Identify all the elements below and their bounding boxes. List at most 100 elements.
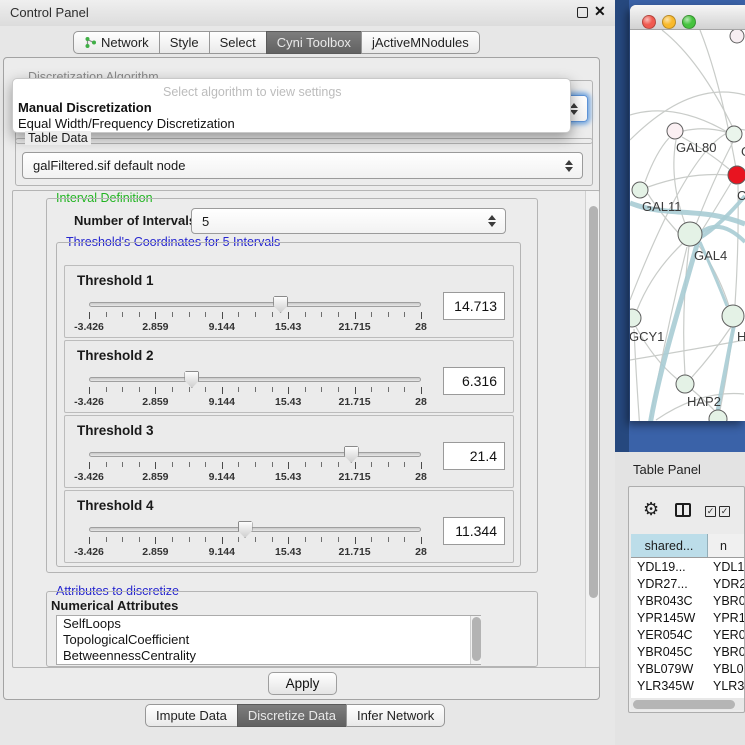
network-node[interactable] (726, 126, 742, 142)
float-window-icon[interactable] (577, 7, 588, 18)
algorithm-dropdown-popup: Select algorithm to view settings Manual… (12, 78, 571, 133)
mac-close-button[interactable] (642, 15, 656, 29)
attribute-item[interactable]: BetweennessCentrality (57, 648, 480, 664)
network-window-titlebar (630, 5, 745, 30)
table-row[interactable]: YPR145WYPR1 (631, 609, 744, 626)
table-widget: ⚙ ✓ ✓ shared... n YDL19...YDL1YDR27...YD… (628, 486, 745, 713)
threshold-label: Threshold 4 (77, 498, 154, 513)
network-view-window: GAL80GACGAL11GAL4GCY1HHAP2 (630, 5, 745, 421)
combo-arrows-icon (488, 215, 496, 227)
mac-minimize-button[interactable] (662, 15, 676, 29)
settings-scrollbar[interactable] (585, 191, 599, 668)
threshold-2-panel: Threshold 2 -3.4262.8599.14415.4321.7152… (64, 340, 514, 413)
close-icon[interactable]: ✕ (594, 3, 606, 20)
network-node[interactable] (667, 123, 683, 139)
slider-track[interactable] (89, 452, 421, 457)
threshold-slider[interactable] (89, 302, 421, 308)
threshold-slider[interactable] (89, 452, 421, 458)
network-node-label: HAP2 (687, 394, 721, 409)
table-row[interactable]: YER054CYER0 (631, 626, 744, 643)
slider-track[interactable] (89, 377, 421, 382)
table-row[interactable]: YBL079WYBL0 (631, 660, 744, 677)
table-row[interactable]: YDL19...YDL1 (631, 558, 744, 575)
dropdown-item-manual-discretization[interactable]: Manual Discretization (17, 100, 566, 116)
network-node-label: H (737, 329, 745, 344)
network-node[interactable] (678, 222, 702, 246)
slider-thumb[interactable] (344, 446, 359, 463)
slider-tick-labels: -3.4262.8599.14415.4321.71528 (89, 396, 421, 408)
numerical-attributes-list: SelfLoops TopologicalCoefficient Between… (56, 615, 481, 665)
threshold-4-panel: Threshold 4 -3.4262.8599.14415.4321.7152… (64, 490, 514, 563)
slider-track[interactable] (89, 302, 421, 307)
table-row[interactable]: YBR043CYBR0 (631, 592, 744, 609)
checkbox-icon[interactable]: ✓ (719, 506, 730, 517)
network-node[interactable] (730, 30, 744, 43)
network-node[interactable] (728, 166, 745, 184)
slider-tick-labels: -3.4262.8599.14415.4321.71528 (89, 471, 421, 483)
slider-ticks (89, 387, 421, 395)
threshold-value-field[interactable]: 11.344 (443, 517, 505, 545)
attribute-item[interactable]: SelfLoops (57, 616, 480, 632)
table-data-combobox[interactable]: galFiltered.sif default node (22, 152, 583, 179)
control-panel-titlebar: Control Panel ✕ (0, 0, 615, 26)
network-edge[interactable] (645, 138, 669, 182)
threshold-value-field[interactable]: 6.316 (443, 367, 505, 395)
slider-thumb[interactable] (273, 296, 288, 313)
apply-button[interactable]: Apply (268, 672, 337, 695)
network-node[interactable] (709, 410, 727, 421)
network-edge[interactable] (662, 30, 733, 128)
network-node[interactable] (722, 305, 744, 327)
threshold-value-field[interactable]: 14.713 (443, 292, 505, 320)
network-node[interactable] (630, 309, 641, 327)
slider-thumb[interactable] (238, 521, 253, 538)
attributes-list-scrollbar[interactable] (470, 616, 481, 664)
network-node-label: GAL11 (642, 199, 682, 214)
table-row[interactable]: YDR27...YDR2 (631, 575, 744, 592)
network-node[interactable] (632, 182, 648, 198)
settings-scrollpane: Interval Definition Number of Intervals … (12, 190, 600, 668)
tab-cyni-toolbox[interactable]: Cyni Toolbox (266, 31, 362, 54)
column-header-shared-name[interactable]: shared... (631, 534, 708, 558)
network-icon (84, 36, 97, 49)
table-horizontal-scrollbar[interactable] (631, 698, 744, 710)
threshold-label: Threshold 3 (77, 423, 154, 438)
gear-icon[interactable]: ⚙ (643, 499, 659, 520)
dropdown-item-equal-width-frequency[interactable]: Equal Width/Frequency Discretization (17, 116, 566, 132)
network-node-label: C (737, 188, 745, 203)
num-intervals-combobox[interactable]: 5 (191, 208, 506, 234)
network-canvas[interactable]: GAL80GACGAL11GAL4GCY1HHAP2 (630, 30, 745, 421)
tab-style[interactable]: Style (159, 31, 210, 54)
column-header-name[interactable]: n (708, 534, 744, 558)
network-node[interactable] (676, 375, 694, 393)
attribute-item[interactable]: TopologicalCoefficient (57, 632, 480, 648)
threshold-3-panel: Threshold 3 -3.4262.8599.14415.4321.7152… (64, 415, 514, 488)
threshold-value-field[interactable]: 21.4 (443, 442, 505, 470)
tab-jactivemnodules[interactable]: jActiveMNodules (361, 31, 480, 54)
table-panel-title: Table Panel (633, 462, 701, 477)
network-edge[interactable] (684, 246, 689, 375)
screen: Control Panel ✕ Network Style Select Cyn… (0, 0, 745, 745)
tab-select[interactable]: Select (209, 31, 267, 54)
threshold-1-panel: Threshold 1 -3.4262.8599.14415.4321.7152… (64, 265, 514, 338)
table-rows: YDL19...YDL1YDR27...YDR2YBR043CYBR0YPR14… (631, 558, 744, 698)
split-columns-icon[interactable] (675, 503, 691, 517)
checkbox-icon[interactable]: ✓ (705, 506, 716, 517)
tab-impute-data[interactable]: Impute Data (145, 704, 238, 727)
tab-infer-network[interactable]: Infer Network (346, 704, 445, 727)
numerical-attributes-label: Numerical Attributes (51, 598, 178, 613)
network-edge[interactable] (637, 242, 684, 310)
table-header: shared... n (631, 534, 744, 558)
table-row[interactable]: YLR345WYLR3 (631, 677, 744, 694)
tab-label: Network (101, 32, 149, 53)
table-data-value: galFiltered.sif default node (33, 158, 185, 173)
threshold-slider[interactable] (89, 377, 421, 383)
tab-discretize-data[interactable]: Discretize Data (237, 704, 347, 727)
mac-zoom-button[interactable] (682, 15, 696, 29)
tab-network[interactable]: Network (73, 31, 160, 54)
threshold-slider[interactable] (89, 527, 421, 533)
slider-track[interactable] (89, 527, 421, 532)
window-title: Control Panel (10, 5, 89, 20)
network-edge[interactable] (683, 129, 726, 132)
table-row[interactable]: YBR045CYBR0 (631, 643, 744, 660)
slider-thumb[interactable] (184, 371, 199, 388)
